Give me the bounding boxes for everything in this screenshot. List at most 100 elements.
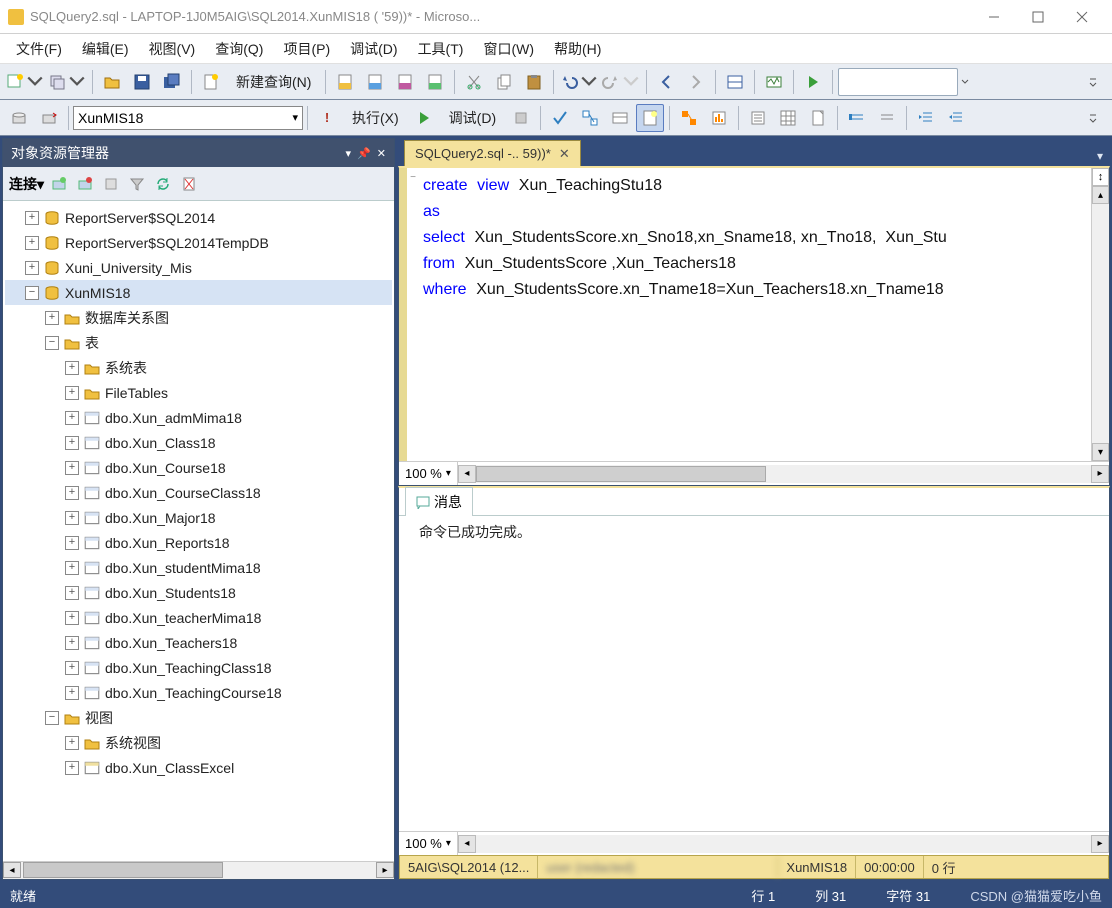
tree-table[interactable]: +dbo.Xun_TeachingClass18 bbox=[5, 655, 392, 680]
tree-table[interactable]: +dbo.Xun_Teachers18 bbox=[5, 630, 392, 655]
connect-server-icon[interactable] bbox=[48, 173, 70, 195]
panel-menu-icon[interactable]: ▾ bbox=[346, 147, 352, 160]
menu-view[interactable]: 视图(V) bbox=[139, 35, 206, 63]
tree-folder-systables[interactable]: +系统表 bbox=[5, 355, 392, 380]
editor-zoom-selector[interactable]: 100 %▾ bbox=[399, 462, 458, 485]
object-explorer-hscroll[interactable]: ◂▸ bbox=[3, 861, 394, 879]
tree-db[interactable]: +Xuni_University_Mis bbox=[5, 255, 392, 280]
messages-tab[interactable]: 消息 bbox=[405, 487, 473, 516]
script-xmla-button[interactable] bbox=[421, 68, 449, 96]
undo-button[interactable] bbox=[559, 68, 599, 96]
sql-code[interactable]: create view Xun_TeachingStu18 as select … bbox=[419, 168, 1091, 461]
minimize-button[interactable] bbox=[972, 2, 1016, 32]
filter-icon[interactable] bbox=[126, 173, 148, 195]
comment-button[interactable] bbox=[843, 104, 871, 132]
connect-label[interactable]: 连接▾ bbox=[9, 174, 44, 194]
editor-hscroll[interactable]: ◂▸ bbox=[458, 465, 1109, 483]
indent-button[interactable] bbox=[912, 104, 940, 132]
cancel-exec-button[interactable] bbox=[507, 104, 535, 132]
change-connection-button[interactable] bbox=[35, 104, 63, 132]
messages-body[interactable]: 命令已成功完成。 bbox=[399, 516, 1109, 831]
menu-edit[interactable]: 编辑(E) bbox=[72, 35, 139, 63]
connect-button[interactable] bbox=[5, 104, 33, 132]
find-combo[interactable] bbox=[838, 68, 958, 96]
messages-hscroll[interactable]: ◂▸ bbox=[458, 835, 1109, 853]
tree-view[interactable]: +dbo.Xun_ClassExcel bbox=[5, 755, 392, 780]
toolbar2-overflow-button[interactable] bbox=[1079, 104, 1107, 132]
menu-window[interactable]: 窗口(W) bbox=[473, 35, 544, 63]
database-selector[interactable]: XunMIS18 ▾ bbox=[73, 106, 303, 130]
maximize-button[interactable] bbox=[1016, 2, 1060, 32]
menu-tools[interactable]: 工具(T) bbox=[408, 35, 474, 63]
tab-dropdown-icon[interactable]: ▾ bbox=[1090, 146, 1110, 166]
outdent-button[interactable] bbox=[942, 104, 970, 132]
actual-plan-button[interactable] bbox=[675, 104, 703, 132]
menu-file[interactable]: 文件(F) bbox=[6, 35, 72, 63]
refresh-icon[interactable] bbox=[152, 173, 174, 195]
tree-table[interactable]: +dbo.Xun_admMima18 bbox=[5, 405, 392, 430]
intellisense-button[interactable] bbox=[636, 104, 664, 132]
outline-toggle-icon[interactable]: − bbox=[407, 168, 419, 461]
sql-editor[interactable]: − create view Xun_TeachingStu18 as selec… bbox=[398, 166, 1110, 486]
query-options-button[interactable] bbox=[606, 104, 634, 132]
script-mdx-button[interactable] bbox=[361, 68, 389, 96]
script-de-button[interactable] bbox=[331, 68, 359, 96]
parse-button[interactable] bbox=[546, 104, 574, 132]
tree-table[interactable]: +dbo.Xun_Students18 bbox=[5, 580, 392, 605]
activity-monitor-button[interactable] bbox=[760, 68, 788, 96]
tree-folder-filetables[interactable]: +FileTables bbox=[5, 380, 392, 405]
registered-servers-button[interactable] bbox=[47, 68, 87, 96]
tree-table[interactable]: +dbo.Xun_TeachingCourse18 bbox=[5, 680, 392, 705]
tree-table[interactable]: +dbo.Xun_Major18 bbox=[5, 505, 392, 530]
toolbar-overflow-button[interactable] bbox=[1079, 68, 1107, 96]
execute-button[interactable]: 执行(X) bbox=[343, 104, 408, 132]
menu-project[interactable]: 项目(P) bbox=[273, 35, 340, 63]
editor-tab[interactable]: SQLQuery2.sql -.. 59))* ✕ bbox=[404, 140, 581, 166]
save-button[interactable] bbox=[128, 68, 156, 96]
results-file-button[interactable] bbox=[804, 104, 832, 132]
menu-query[interactable]: 查询(Q) bbox=[205, 35, 273, 63]
client-stats-button[interactable] bbox=[705, 104, 733, 132]
open-file-button[interactable] bbox=[98, 68, 126, 96]
pin-icon[interactable]: 📌 bbox=[357, 147, 371, 160]
disconnect-server-icon[interactable] bbox=[74, 173, 96, 195]
cut-button[interactable] bbox=[460, 68, 488, 96]
tree-db[interactable]: +ReportServer$SQL2014 bbox=[5, 205, 392, 230]
tree-folder-diagrams[interactable]: +数据库关系图 bbox=[5, 305, 392, 330]
navigate-fwd-button[interactable] bbox=[682, 68, 710, 96]
tree-table[interactable]: +dbo.Xun_teacherMima18 bbox=[5, 605, 392, 630]
close-icon[interactable]: ✕ bbox=[377, 147, 386, 160]
split-icon[interactable]: ↕ bbox=[1092, 168, 1109, 186]
editor-vscroll[interactable]: ↕ ▴▾ bbox=[1091, 168, 1109, 461]
tree-table[interactable]: +dbo.Xun_CourseClass18 bbox=[5, 480, 392, 505]
copy-button[interactable] bbox=[490, 68, 518, 96]
tree-folder-sysviews[interactable]: +系统视图 bbox=[5, 730, 392, 755]
execute-icon[interactable]: ! bbox=[313, 104, 341, 132]
script-dmx-button[interactable] bbox=[391, 68, 419, 96]
tree-db-selected[interactable]: −XunMIS18 bbox=[5, 280, 392, 305]
new-query-icon[interactable] bbox=[197, 68, 225, 96]
tree-table[interactable]: +dbo.Xun_Course18 bbox=[5, 455, 392, 480]
tree[interactable]: +ReportServer$SQL2014 +ReportServer$SQL2… bbox=[3, 201, 394, 784]
tree-table[interactable]: +dbo.Xun_Reports18 bbox=[5, 530, 392, 555]
menu-help[interactable]: 帮助(H) bbox=[544, 35, 611, 63]
tree-table[interactable]: +dbo.Xun_Class18 bbox=[5, 430, 392, 455]
debug-play-icon[interactable] bbox=[410, 104, 438, 132]
new-query-button[interactable]: 新建查询(N) bbox=[227, 68, 320, 96]
tree-table[interactable]: +dbo.Xun_studentMima18 bbox=[5, 555, 392, 580]
new-project-button[interactable] bbox=[5, 68, 45, 96]
paste-button[interactable] bbox=[520, 68, 548, 96]
messages-zoom-selector[interactable]: 100 %▾ bbox=[399, 832, 458, 855]
results-text-button[interactable] bbox=[744, 104, 772, 132]
save-all-button[interactable] bbox=[158, 68, 186, 96]
navigate-back-button[interactable] bbox=[652, 68, 680, 96]
menu-debug[interactable]: 调试(D) bbox=[340, 35, 407, 63]
tab-close-icon[interactable]: ✕ bbox=[559, 146, 570, 162]
start-debug-button[interactable] bbox=[799, 68, 827, 96]
properties-button[interactable] bbox=[721, 68, 749, 96]
tree-folder-views[interactable]: −视图 bbox=[5, 705, 392, 730]
results-grid-button[interactable] bbox=[774, 104, 802, 132]
redo-button[interactable] bbox=[601, 68, 641, 96]
stop-icon[interactable] bbox=[100, 173, 122, 195]
close-button[interactable] bbox=[1060, 2, 1104, 32]
